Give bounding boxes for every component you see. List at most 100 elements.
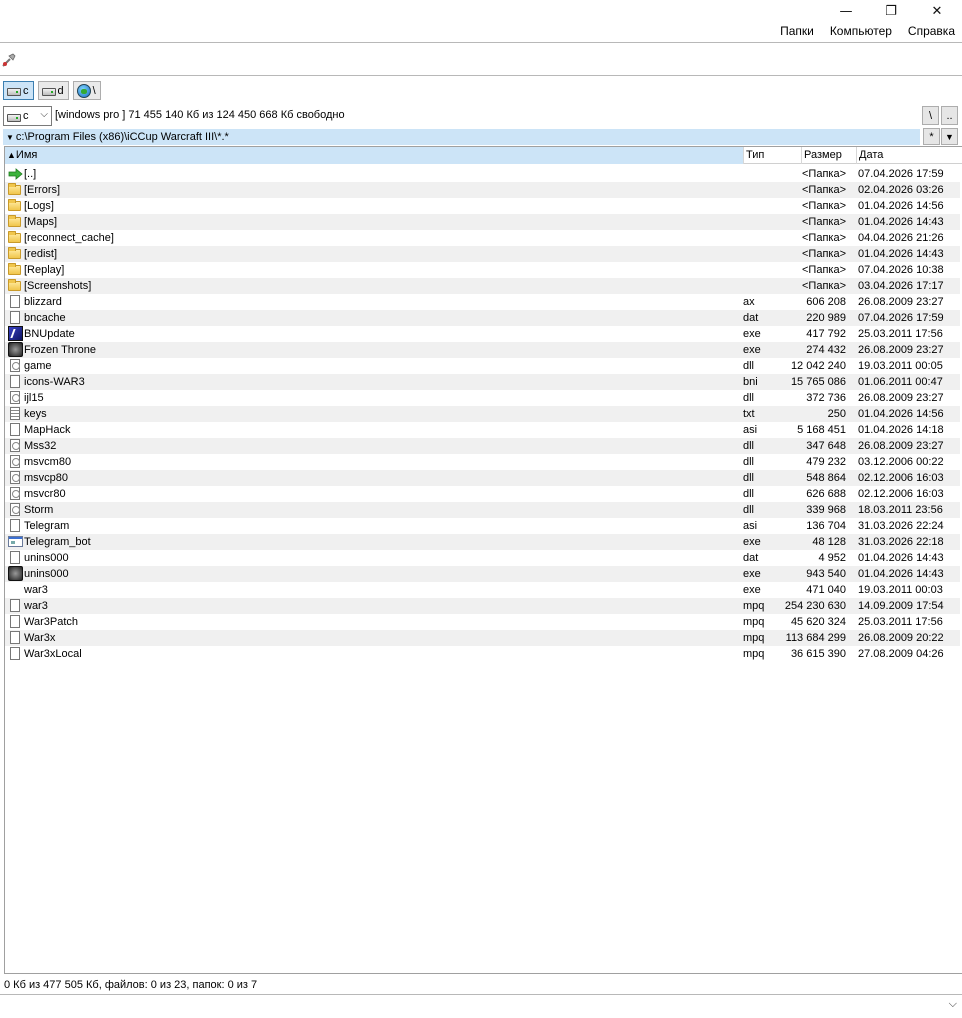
folder-icon: [7, 182, 23, 198]
text-file-icon: [7, 406, 23, 422]
file-row[interactable]: ijl15 dll 372 736 26.08.2009 23:27: [5, 390, 960, 406]
file-row[interactable]: war3 exe 471 040 19.03.2011 00:03: [5, 582, 960, 598]
title-bar: — ❐ ✕: [0, 0, 962, 22]
drive-button-c[interactable]: c: [3, 81, 34, 100]
file-row[interactable]: War3Patch mpq 45 620 324 25.03.2011 17:56: [5, 614, 960, 630]
close-button[interactable]: ✕: [914, 0, 960, 22]
file-name: [reconnect_cache]: [24, 232, 114, 244]
file-row[interactable]: [Maps] <Папка> 01.04.2026 14:43: [5, 214, 960, 230]
file-size: 274 432: [806, 344, 846, 356]
file-row[interactable]: msvcp80 dll 548 864 02.12.2006 16:03: [5, 470, 960, 486]
file-date: 31.03.2026 22:18: [858, 536, 944, 548]
file-row[interactable]: Telegram_bot exe 48 128 31.03.2026 22:18: [5, 534, 960, 550]
file-name: keys: [24, 408, 47, 420]
file-row[interactable]: msvcm80 dll 479 232 03.12.2006 00:22: [5, 454, 960, 470]
drive-dropdown[interactable]: c ⌵: [3, 106, 52, 126]
file-date: 26.08.2009 20:22: [858, 632, 944, 644]
history-button[interactable]: *: [923, 128, 940, 145]
configure-toolbar-icon[interactable]: [1, 52, 17, 68]
parent-dir-button[interactable]: ..: [941, 106, 958, 125]
file-icon: [7, 614, 23, 630]
folder-icon: [7, 230, 23, 246]
sort-arrow-up-icon: ▲: [7, 150, 16, 160]
header-date[interactable]: Дата: [856, 147, 962, 164]
file-date: 03.12.2006 00:22: [858, 456, 944, 468]
file-row[interactable]: [redist] <Папка> 01.04.2026 14:43: [5, 246, 960, 262]
file-row[interactable]: War3x mpq 113 684 299 26.08.2009 20:22: [5, 630, 960, 646]
network-globe-icon: [76, 83, 91, 98]
file-date: 01.04.2026 14:43: [858, 248, 944, 260]
file-icon: [7, 550, 23, 566]
file-size: 254 230 630: [784, 600, 846, 612]
file-row[interactable]: BNUpdate exe 417 792 25.03.2011 17:56: [5, 326, 960, 342]
command-line[interactable]: ⌵: [0, 994, 962, 1015]
file-row[interactable]: [Errors] <Папка> 02.04.2026 03:26: [5, 182, 960, 198]
status-bar: 0 Кб из 477 505 Кб, файлов: 0 из 23, пап…: [4, 979, 258, 991]
chevron-down-icon: ⌵: [40, 109, 48, 120]
drive-button-network[interactable]: \: [72, 81, 101, 100]
dll-icon: [7, 502, 23, 518]
file-name: Frozen Throne: [24, 344, 96, 356]
file-row[interactable]: [..] <Папка> 07.04.2026 17:59: [5, 166, 960, 182]
file-row[interactable]: [Screenshots] <Папка> 03.04.2026 17:17: [5, 278, 960, 294]
file-size: 626 688: [806, 488, 846, 500]
file-row[interactable]: bncache dat 220 989 07.04.2026 17:59: [5, 310, 960, 326]
minimize-button[interactable]: —: [823, 0, 869, 22]
file-date: 25.03.2011 17:56: [858, 616, 943, 628]
menu-computer[interactable]: Компьютер: [830, 24, 892, 42]
file-size: <Папка>: [802, 248, 846, 260]
header-size[interactable]: Размер: [801, 147, 856, 164]
header-ext[interactable]: Тип: [743, 147, 801, 164]
file-row[interactable]: game dll 12 042 240 19.03.2011 00:05: [5, 358, 960, 374]
file-row[interactable]: MapHack asi 5 168 451 01.04.2026 14:18: [5, 422, 960, 438]
current-path-bar[interactable]: ▼ c:\Program Files (x86)\iCCup Warcraft …: [3, 129, 920, 145]
minimize-icon: —: [839, 3, 853, 19]
file-size: 4 952: [818, 552, 846, 564]
file-row[interactable]: Storm dll 339 968 18.03.2011 23:56: [5, 502, 960, 518]
file-row[interactable]: Mss32 dll 347 648 26.08.2009 23:27: [5, 438, 960, 454]
file-name: BNUpdate: [24, 328, 75, 340]
file-size: 220 989: [806, 312, 846, 324]
file-size: 943 540: [806, 568, 846, 580]
file-name: War3x: [24, 632, 56, 644]
file-date: 01.04.2026 14:18: [858, 424, 944, 436]
root-dir-button[interactable]: \: [922, 106, 939, 125]
file-size: <Папка>: [802, 232, 846, 244]
file-row[interactable]: msvcr80 dll 626 688 02.12.2006 16:03: [5, 486, 960, 502]
file-date: 01.04.2026 14:56: [858, 200, 944, 212]
file-size: <Папка>: [802, 216, 846, 228]
file-name: unins000: [24, 552, 69, 564]
file-row[interactable]: Frozen Throne exe 274 432 26.08.2009 23:27: [5, 342, 960, 358]
file-date: 01.04.2026 14:43: [858, 216, 944, 228]
file-row[interactable]: [Replay] <Папка> 07.04.2026 10:38: [5, 262, 960, 278]
file-row[interactable]: unins000 exe 943 540 01.04.2026 14:43: [5, 566, 960, 582]
file-row[interactable]: war3 mpq 254 230 630 14.09.2009 17:54: [5, 598, 960, 614]
file-row[interactable]: [Logs] <Папка> 01.04.2026 14:56: [5, 198, 960, 214]
file-icon: [7, 422, 23, 438]
hotlist-button[interactable]: ▼: [941, 128, 958, 145]
file-icon: [7, 374, 23, 390]
menu-help[interactable]: Справка: [908, 24, 955, 42]
file-size: 339 968: [806, 504, 846, 516]
file-date: 02.04.2026 03:26: [858, 184, 944, 196]
file-row[interactable]: unins000 dat 4 952 01.04.2026 14:43: [5, 550, 960, 566]
file-date: 01.06.2011 00:47: [858, 376, 943, 388]
file-name: [Replay]: [24, 264, 65, 276]
file-size: 45 620 324: [790, 616, 846, 628]
file-row[interactable]: [reconnect_cache] <Папка> 04.04.2026 21:26: [5, 230, 960, 246]
menu-folders[interactable]: Папки: [780, 24, 814, 42]
file-icon: [7, 598, 23, 614]
uninstaller-exe-icon: [7, 566, 23, 582]
file-date: 07.04.2026 10:38: [858, 264, 944, 276]
restore-button[interactable]: ❐: [868, 0, 914, 22]
file-row[interactable]: keys txt 250 01.04.2026 14:56: [5, 406, 960, 422]
header-name[interactable]: ▲Имя: [5, 147, 743, 164]
chevron-down-icon[interactable]: ⌵: [949, 998, 957, 1011]
file-row[interactable]: War3xLocal mpq 36 615 390 27.08.2009 04:26: [5, 646, 960, 662]
file-row[interactable]: Telegram asi 136 704 31.03.2026 22:24: [5, 518, 960, 534]
drive-button-d[interactable]: d: [37, 81, 69, 100]
file-row[interactable]: blizzard ax 606 208 26.08.2009 23:27: [5, 294, 960, 310]
file-name: Telegram: [24, 520, 70, 532]
file-name: [Screenshots]: [24, 280, 92, 292]
file-row[interactable]: icons-WAR3 bni 15 765 086 01.06.2011 00:47: [5, 374, 960, 390]
